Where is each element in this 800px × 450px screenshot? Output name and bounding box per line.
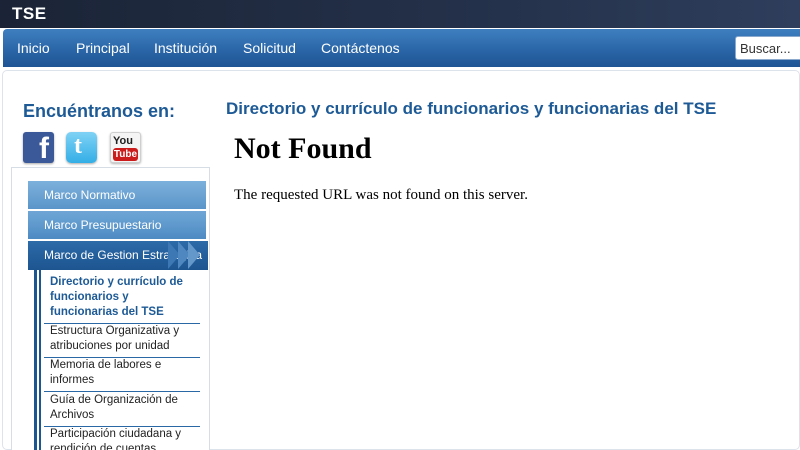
search-input[interactable] [735,36,800,60]
find-us-label: Encuéntranos en: [23,101,176,121]
nav-item-solicitud[interactable]: Solicitud [243,40,296,56]
youtube-icon[interactable]: You Tube [110,132,141,163]
youtube-glyph-bottom: Tube [113,148,138,161]
nav-item-inicio[interactable]: Inicio [17,40,50,56]
menu-item-marco-presupuestario[interactable]: Marco Presupuestario [28,211,206,240]
main-navbar: Inicio Principal Institución Solicitud C… [3,29,800,67]
site-logo[interactable]: TSE [12,4,47,24]
nav-item-institucion[interactable]: Institución [154,40,217,56]
submenu-indent-bar [34,270,41,450]
error-title: Not Found [234,132,372,165]
twitter-icon[interactable]: t [66,132,97,163]
facebook-icon[interactable]: f [23,132,54,165]
error-message: The requested URL was not found on this … [234,187,528,203]
submenu-item-participacion[interactable]: Participación ciudadana y rendición de c… [44,423,200,450]
menu-item-label: Marco Presupuestario [44,218,162,232]
nav-item-contactenos[interactable]: Contáctenos [321,40,400,56]
submenu-item-guia-archivos[interactable]: Guía de Organización de Archivos [44,389,200,427]
menu-item-marco-normativo[interactable]: Marco Normativo [28,181,206,210]
submenu-item-directorio[interactable]: Directorio y currículo de funcionarios y… [44,271,200,324]
menu-item-marco-gestion-estrategica[interactable]: Marco de Gestion Estrategica [28,241,208,270]
facebook-glyph: f [39,132,49,165]
page-title: Directorio y currículo de funcionarios y… [226,99,717,118]
nav-item-principal[interactable]: Principal [76,40,130,56]
submenu-item-memoria[interactable]: Memoria de labores e informes [44,354,200,392]
menu-item-label: Marco Normativo [44,188,136,202]
twitter-glyph: t [74,133,82,159]
chevron-right-icon [188,241,200,269]
youtube-glyph-top: You [113,135,133,147]
submenu-item-estructura[interactable]: Estructura Organizativa y atribuciones p… [44,320,200,358]
top-banner: TSE [0,0,800,28]
